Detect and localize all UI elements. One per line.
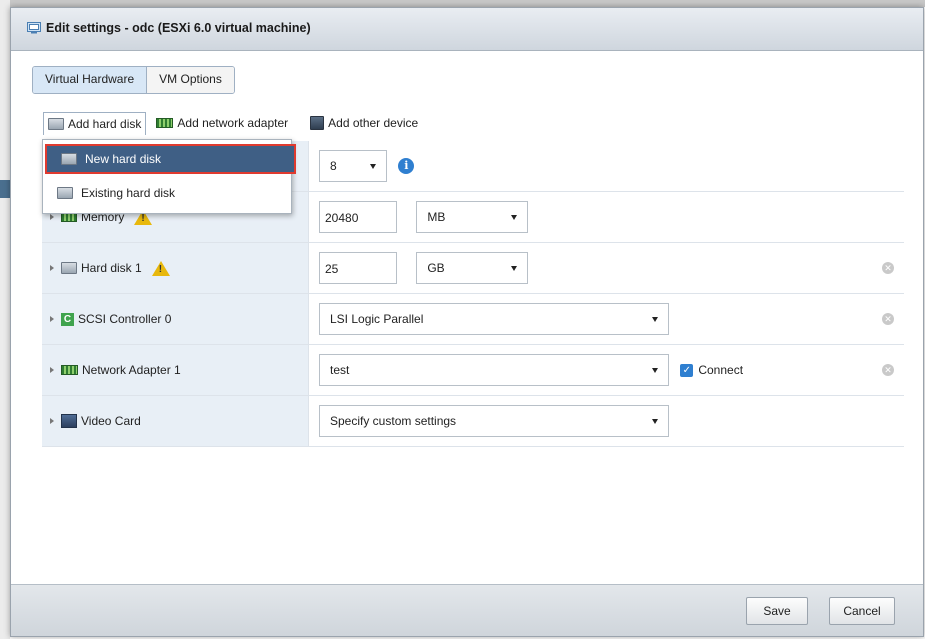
video-card-select[interactable]: Specify custom settings bbox=[319, 405, 669, 437]
network-adapter-label-cell[interactable]: Network Adapter 1 bbox=[42, 344, 309, 396]
dialog-title: Edit settings - odc (ESXi 6.0 virtual ma… bbox=[46, 21, 311, 35]
video-card-value-cell: Specify custom settings bbox=[308, 395, 904, 447]
vm-icon bbox=[27, 22, 41, 34]
dialog-footer: Save Cancel bbox=[11, 584, 923, 636]
chevron-down-icon bbox=[370, 163, 376, 169]
hard-disk-1-value-cell: 25 GB ✕ bbox=[308, 242, 904, 294]
hard-disk-icon bbox=[48, 117, 64, 130]
remove-icon[interactable]: ✕ bbox=[882, 262, 894, 274]
add-other-device-label: Add other device bbox=[328, 116, 419, 130]
network-adapter-value-cell: test ✓ Connect ✕ bbox=[308, 344, 904, 396]
add-network-adapter-button[interactable]: Add network adapter bbox=[152, 112, 292, 134]
scsi-controller-type: LSI Logic Parallel bbox=[330, 312, 424, 326]
video-card-label-cell[interactable]: Video Card bbox=[42, 395, 309, 447]
chevron-down-icon bbox=[652, 418, 658, 424]
add-hard-disk-label: Add hard disk bbox=[68, 116, 142, 131]
hardware-toolbar: Add hard disk Add network adapter Add ot… bbox=[43, 111, 422, 135]
menu-item-new-hard-disk[interactable]: New hard disk bbox=[45, 144, 296, 174]
expand-caret-icon[interactable] bbox=[50, 214, 54, 220]
info-icon[interactable]: i bbox=[398, 158, 415, 174]
chevron-down-icon bbox=[652, 316, 658, 322]
remove-icon[interactable]: ✕ bbox=[882, 313, 894, 325]
table-row: Video Card Specify custom settings bbox=[42, 395, 904, 447]
network-adapter-select[interactable]: test bbox=[319, 354, 669, 386]
table-row: Hard disk 1 25 GB ✕ bbox=[42, 242, 904, 294]
connect-checkbox[interactable]: ✓ Connect bbox=[680, 363, 743, 377]
cpu-value-cell: 8 i bbox=[308, 141, 904, 192]
hard-disk-1-unit-select[interactable]: GB bbox=[416, 252, 529, 284]
tab-bar: Virtual Hardware VM Options bbox=[32, 66, 235, 94]
hard-disk-1-label: Hard disk 1 bbox=[81, 261, 142, 275]
video-card-setting: Specify custom settings bbox=[330, 414, 457, 428]
cpu-select[interactable]: 8 bbox=[319, 150, 387, 182]
scsi-controller-label-cell[interactable]: C SCSI Controller 0 bbox=[42, 293, 309, 345]
video-card-icon bbox=[61, 414, 77, 428]
menu-item-label: New hard disk bbox=[85, 152, 162, 166]
scsi-controller-label: SCSI Controller 0 bbox=[78, 312, 172, 326]
warning-icon bbox=[151, 260, 170, 276]
hard-disk-1-label-cell[interactable]: Hard disk 1 bbox=[42, 242, 309, 294]
cpu-value: 8 bbox=[330, 159, 337, 173]
chevron-down-icon bbox=[652, 367, 658, 373]
add-hard-disk-button[interactable]: Add hard disk bbox=[43, 111, 147, 135]
add-other-device-button[interactable]: Add other device bbox=[306, 112, 422, 134]
tab-virtual-hardware[interactable]: Virtual Hardware bbox=[33, 67, 148, 93]
memory-value-cell: 20480 MB bbox=[308, 191, 904, 243]
background-page-strip bbox=[0, 0, 10, 639]
memory-unit-select[interactable]: MB bbox=[416, 201, 529, 233]
edit-settings-dialog: Edit settings - odc (ESXi 6.0 virtual ma… bbox=[10, 7, 924, 637]
scsi-controller-type-select[interactable]: LSI Logic Parallel bbox=[319, 303, 669, 335]
hard-disk-icon bbox=[61, 262, 77, 274]
scsi-controller-value-cell: LSI Logic Parallel ✕ bbox=[308, 293, 904, 345]
table-row: C SCSI Controller 0 LSI Logic Parallel ✕ bbox=[42, 293, 904, 345]
background-top-strip bbox=[0, 0, 925, 7]
connect-label: Connect bbox=[698, 363, 744, 377]
hard-disk-1-size-input[interactable]: 25 bbox=[319, 252, 397, 284]
hard-disk-1-unit: GB bbox=[427, 261, 445, 275]
chevron-down-icon bbox=[511, 265, 518, 271]
checkmark-icon: ✓ bbox=[680, 363, 694, 377]
table-row: Network Adapter 1 test ✓ Connect ✕ bbox=[42, 344, 904, 396]
network-adapter-icon bbox=[61, 365, 78, 375]
cancel-button[interactable]: Cancel bbox=[829, 597, 895, 625]
remove-icon[interactable]: ✕ bbox=[882, 364, 894, 376]
expand-caret-icon[interactable] bbox=[50, 316, 54, 322]
network-adapter-label: Network Adapter 1 bbox=[82, 363, 181, 377]
dialog-titlebar[interactable]: Edit settings - odc (ESXi 6.0 virtual ma… bbox=[11, 8, 923, 51]
memory-input[interactable]: 20480 bbox=[319, 201, 397, 233]
hard-disk-icon bbox=[61, 153, 77, 165]
expand-caret-icon[interactable] bbox=[50, 367, 54, 373]
save-button[interactable]: Save bbox=[746, 597, 808, 625]
expand-caret-icon[interactable] bbox=[50, 265, 54, 271]
network-adapter-icon bbox=[156, 118, 174, 128]
background-bar bbox=[0, 180, 10, 198]
chevron-down-icon bbox=[511, 214, 518, 220]
network-adapter-network: test bbox=[330, 363, 350, 377]
dialog-content: Virtual Hardware VM Options Add hard dis… bbox=[11, 51, 923, 584]
memory-unit: MB bbox=[427, 210, 446, 224]
expand-caret-icon[interactable] bbox=[50, 418, 54, 424]
device-icon bbox=[310, 116, 325, 130]
video-card-label: Video Card bbox=[81, 414, 141, 428]
menu-item-label: Existing hard disk bbox=[81, 186, 176, 200]
tab-vm-options[interactable]: VM Options bbox=[147, 67, 234, 93]
scsi-controller-icon: C bbox=[61, 312, 74, 326]
hard-disk-icon bbox=[57, 187, 73, 199]
add-network-adapter-label: Add network adapter bbox=[177, 116, 289, 130]
add-hard-disk-menu: New hard disk Existing hard disk bbox=[42, 139, 296, 214]
menu-item-existing-hard-disk[interactable]: Existing hard disk bbox=[43, 178, 291, 208]
